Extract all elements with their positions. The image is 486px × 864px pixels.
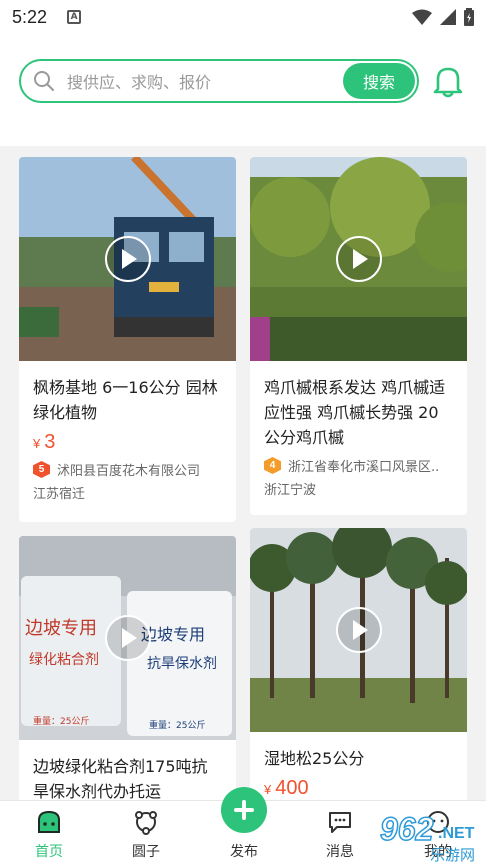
bag-sub-left: 绿化粘合剂 bbox=[29, 652, 99, 668]
circle-icon bbox=[135, 811, 157, 835]
product-card[interactable]: 鸡爪槭根系发达 鸡爪槭适应性强 鸡爪槭长势强 20公分鸡爪槭 4 浙江省奉化市溪… bbox=[250, 157, 467, 515]
price-value: 3 bbox=[44, 431, 56, 453]
product-title: 鸡爪槭根系发达 鸡爪槭适应性强 鸡爪槭长势强 20公分鸡爪槭 bbox=[264, 378, 446, 447]
tab-home[interactable]: 首页 bbox=[19, 801, 79, 864]
tab-label: 圆子 bbox=[132, 844, 160, 860]
bell-icon[interactable] bbox=[432, 64, 464, 98]
search-bar[interactable]: 搜供应、求购、报价 搜索 bbox=[19, 59, 419, 103]
tab-label: 发布 bbox=[230, 844, 258, 860]
product-price: ¥400 bbox=[250, 777, 467, 800]
publish-button[interactable] bbox=[221, 787, 267, 833]
message-icon bbox=[329, 812, 351, 833]
tab-label: 首页 bbox=[35, 844, 63, 860]
search-input[interactable]: 搜供应、求购、报价 bbox=[67, 69, 343, 93]
wifi-icon bbox=[412, 9, 432, 25]
price-value: 400 bbox=[275, 777, 309, 799]
product-price: ¥3 bbox=[19, 431, 236, 454]
clock: 5:22 bbox=[12, 6, 48, 27]
watermark-subtext: 乐游网 bbox=[430, 846, 475, 864]
tab-circle[interactable]: 圆子 bbox=[116, 801, 176, 864]
tab-publish[interactable]: 发布 bbox=[214, 787, 274, 864]
notification-icon: A bbox=[67, 10, 82, 24]
search-icon bbox=[34, 71, 54, 91]
seller-location: 浙江宁波 bbox=[264, 483, 317, 498]
product-card[interactable]: 边坡专用 绿化粘合剂 重量：25公斤 边坡专用 抗旱保水剂 重量：25公斤 边坡… bbox=[19, 536, 236, 800]
plus-icon bbox=[234, 800, 254, 820]
product-title: 边坡绿化粘合剂175吨抗旱保水剂代办托运 bbox=[33, 757, 208, 800]
seller-name: 沭阳县百度花木有限公司 bbox=[57, 464, 201, 479]
watermark-suffix: .NET bbox=[438, 825, 475, 842]
play-icon[interactable] bbox=[104, 615, 151, 661]
play-icon[interactable] bbox=[335, 236, 382, 282]
seller-location: 江苏宿迁 bbox=[33, 487, 86, 502]
product-card[interactable]: 枫杨基地 6一16公分 园林绿化植物 ¥3 5 沭阳县百度花木有限公司 江苏宿迁 bbox=[19, 157, 236, 522]
currency-symbol: ¥ bbox=[264, 782, 272, 797]
watermark-number: 962 bbox=[380, 811, 434, 847]
play-icon[interactable] bbox=[104, 236, 151, 282]
tab-messages[interactable]: 消息 bbox=[310, 801, 370, 864]
seller-level-badge: 5 bbox=[33, 461, 50, 478]
bag-title-right: 边坡专用 bbox=[141, 625, 205, 644]
product-card[interactable]: 湿地松25公分 ¥400 bbox=[250, 528, 467, 800]
product-video-thumbnail[interactable] bbox=[19, 157, 236, 361]
product-title: 湿地松25公分 bbox=[264, 749, 365, 768]
product-video-thumbnail[interactable] bbox=[250, 528, 467, 732]
search-button[interactable]: 搜索 bbox=[343, 63, 415, 99]
seller-level-badge: 4 bbox=[264, 457, 281, 474]
seller-info[interactable]: 5 沭阳县百度花木有限公司 bbox=[19, 460, 236, 479]
bag-title-left: 边坡专用 bbox=[25, 618, 97, 639]
signal-icon bbox=[440, 9, 456, 25]
site-watermark-logo: 962 .NET 乐游网 bbox=[380, 810, 475, 864]
play-icon[interactable] bbox=[335, 607, 382, 653]
bag-weight-right: 重量：25公斤 bbox=[149, 719, 205, 731]
product-video-thumbnail[interactable] bbox=[250, 157, 467, 361]
status-bar: 5:22 A bbox=[0, 0, 486, 34]
product-title: 枫杨基地 6一16公分 园林绿化植物 bbox=[33, 378, 218, 422]
header: 搜供应、求购、报价 搜索 bbox=[0, 34, 486, 146]
seller-info[interactable]: 4 浙江省奉化市溪口风景区.. bbox=[250, 456, 467, 475]
seller-name: 浙江省奉化市溪口风景区.. bbox=[288, 460, 440, 475]
product-feed[interactable]: 枫杨基地 6一16公分 园林绿化植物 ¥3 5 沭阳县百度花木有限公司 江苏宿迁… bbox=[0, 156, 486, 800]
bag-sub-right: 抗旱保水剂 bbox=[147, 656, 217, 672]
battery-icon bbox=[464, 8, 474, 26]
product-video-thumbnail[interactable]: 边坡专用 绿化粘合剂 重量：25公斤 边坡专用 抗旱保水剂 重量：25公斤 bbox=[19, 536, 236, 740]
currency-symbol: ¥ bbox=[33, 436, 41, 451]
bag-weight-left: 重量：25公斤 bbox=[33, 715, 89, 727]
home-icon bbox=[38, 810, 60, 833]
tab-label: 消息 bbox=[326, 844, 354, 860]
